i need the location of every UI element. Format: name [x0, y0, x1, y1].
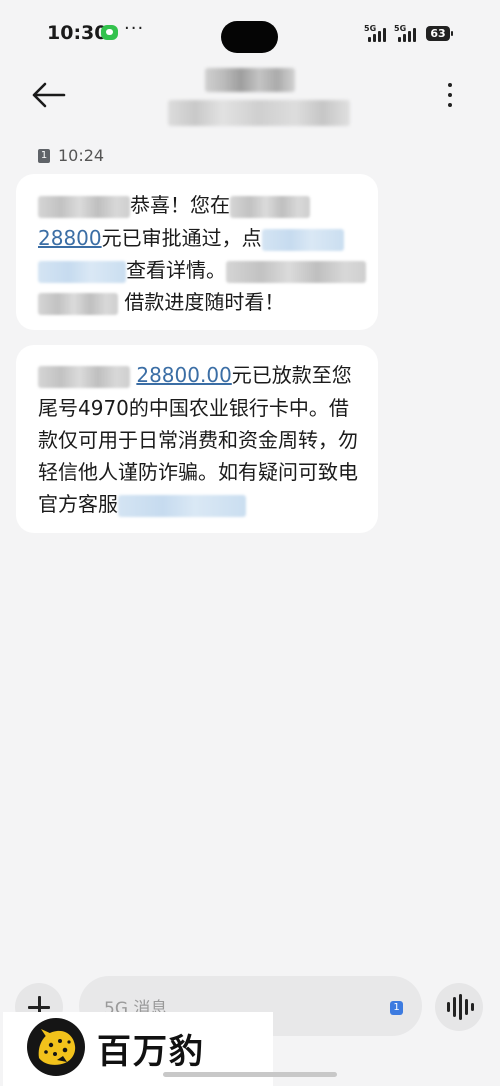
- message-bubble[interactable]: 28800.00元已放款至您 尾号4970的中国农业银行卡中。借 款仅可用于日常…: [16, 345, 378, 533]
- sim-slot-badge: 1: [38, 149, 50, 163]
- redacted-text: [230, 195, 310, 218]
- messaging-screen: 10:30 ··· 5G 5G 63 1 10:24 恭喜！您在 28800元已…: [0, 0, 500, 1086]
- contact-name-redacted: [205, 68, 295, 92]
- message-line: 借款进度随时看！: [38, 290, 284, 315]
- status-time: 10:30: [47, 22, 108, 44]
- redacted-link: [261, 228, 344, 251]
- network-type-1: 5G: [364, 24, 377, 33]
- amount-link[interactable]: 28800.00: [136, 363, 231, 387]
- message-line: 查看详情。: [38, 258, 366, 283]
- message-line: 轻信他人谨防诈骗。如有疑问可致电: [38, 460, 358, 484]
- home-indicator[interactable]: [163, 1072, 337, 1077]
- message-line: 尾号4970的中国农业银行卡中。借: [38, 396, 349, 420]
- redacted-text: [38, 292, 118, 315]
- amount-link[interactable]: 28800: [38, 226, 102, 250]
- more-options-icon[interactable]: [440, 80, 460, 110]
- message-timestamp: 10:24: [58, 146, 105, 165]
- message-line: 款仅可用于日常消费和资金周转，勿: [38, 428, 358, 452]
- watermark-text: 百万豹: [97, 1032, 205, 1072]
- message-line: 28800.00元已放款至您: [38, 363, 352, 388]
- network-type-2: 5G: [394, 24, 407, 33]
- status-bar: 10:30 ··· 5G 5G 63: [0, 0, 500, 64]
- back-arrow-icon[interactable]: [30, 80, 70, 110]
- redacted-text: [226, 260, 366, 283]
- redacted-text: [38, 195, 130, 218]
- contact-number-redacted: [168, 100, 350, 126]
- message-bubble[interactable]: 恭喜！您在 28800元已审批通过，点 查看详情。 借款进度随时看！: [16, 174, 378, 330]
- sim-select-icon[interactable]: 1: [390, 1001, 403, 1015]
- redacted-link: [38, 260, 126, 283]
- chat-notification-icon: [101, 25, 118, 40]
- voice-input-icon[interactable]: [435, 983, 483, 1031]
- signal-1-icon: 5G: [364, 24, 390, 42]
- leopard-logo-icon: [27, 1018, 85, 1076]
- message-line: 28800元已审批通过，点: [38, 226, 344, 251]
- redacted-phone: [118, 494, 246, 517]
- battery-icon: 63: [426, 26, 453, 41]
- redacted-text: [38, 365, 130, 388]
- signal-2-icon: 5G: [394, 24, 420, 42]
- more-notifications-icon: ···: [124, 18, 145, 39]
- message-line: 官方客服: [38, 492, 246, 517]
- camera-cutout: [221, 21, 278, 53]
- message-line: 恭喜！您在: [38, 193, 310, 218]
